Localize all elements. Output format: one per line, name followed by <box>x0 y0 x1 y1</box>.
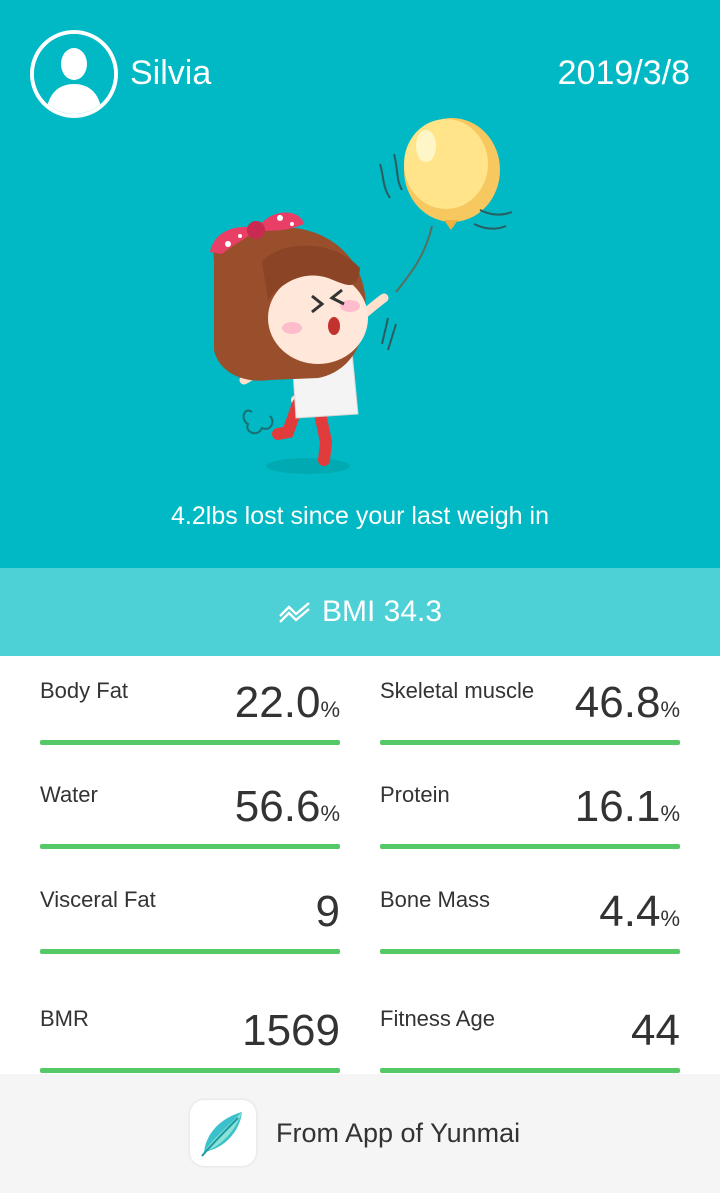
progress-bar <box>40 740 340 745</box>
metric-bone-mass[interactable]: Bone Mass 4.4% <box>380 887 680 967</box>
progress-bar <box>40 949 340 954</box>
metric-unit: % <box>660 697 680 722</box>
metric-value: 46.8 <box>574 678 661 727</box>
progress-bar <box>380 1068 680 1073</box>
metric-label: Water <box>40 782 98 807</box>
bmi-label: BMI 34.3 <box>321 595 443 628</box>
hero-panel: Silvia 2019/3/8 4.2lbs lost since your l… <box>0 0 720 568</box>
metric-skeletal-muscle[interactable]: Skeletal muscle 46.8% <box>380 678 680 758</box>
metric-value: 56.6 <box>234 782 321 831</box>
metric-value: 1569 <box>242 1006 340 1055</box>
metric-protein[interactable]: Protein 16.1% <box>380 782 680 862</box>
measurement-date: 2019/3/8 <box>557 54 690 92</box>
metric-unit: % <box>660 801 680 826</box>
trend-chart-icon <box>279 602 310 623</box>
user-silhouette-icon <box>34 34 114 114</box>
metric-label: Protein <box>380 782 450 807</box>
yunmai-leaf-icon <box>201 1112 242 1157</box>
username: Silvia <box>130 54 212 92</box>
metric-label: Bone Mass <box>380 887 491 912</box>
metric-value: 44 <box>631 1006 680 1055</box>
footer-text: From App of Yunmai <box>276 1118 521 1148</box>
metric-body-fat[interactable]: Body Fat 22.0% <box>40 678 340 758</box>
progress-bar <box>40 844 340 849</box>
progress-bar <box>380 949 680 954</box>
metric-value: 9 <box>315 887 340 936</box>
progress-bar <box>380 740 680 745</box>
progress-bar <box>380 844 680 849</box>
metric-label: Visceral Fat <box>40 887 156 912</box>
avatar[interactable] <box>30 30 118 118</box>
girl-with-balloon-illustration <box>210 118 513 474</box>
metric-value: 22.0 <box>234 678 321 727</box>
metric-label: BMR <box>40 1006 89 1031</box>
app-footer[interactable]: From App of Yunmai <box>0 1074 720 1193</box>
metric-label: Body Fat <box>40 678 129 703</box>
weight-change-message: 4.2lbs lost since your last weigh in <box>171 502 549 530</box>
metric-unit: % <box>320 801 340 826</box>
bmi-bar[interactable]: BMI 34.3 <box>0 568 720 656</box>
metric-water[interactable]: Water 56.6% <box>40 782 340 862</box>
metric-label: Fitness Age <box>380 1006 495 1031</box>
app-logo <box>190 1100 256 1166</box>
metric-unit: % <box>660 906 680 931</box>
metric-value: 16.1 <box>574 782 661 831</box>
metric-value: 4.4 <box>599 887 661 936</box>
metric-label: Skeletal muscle <box>380 678 535 703</box>
progress-bar <box>40 1068 340 1073</box>
metric-visceral-fat[interactable]: Visceral Fat 9 <box>40 887 340 967</box>
metric-unit: % <box>320 697 340 722</box>
